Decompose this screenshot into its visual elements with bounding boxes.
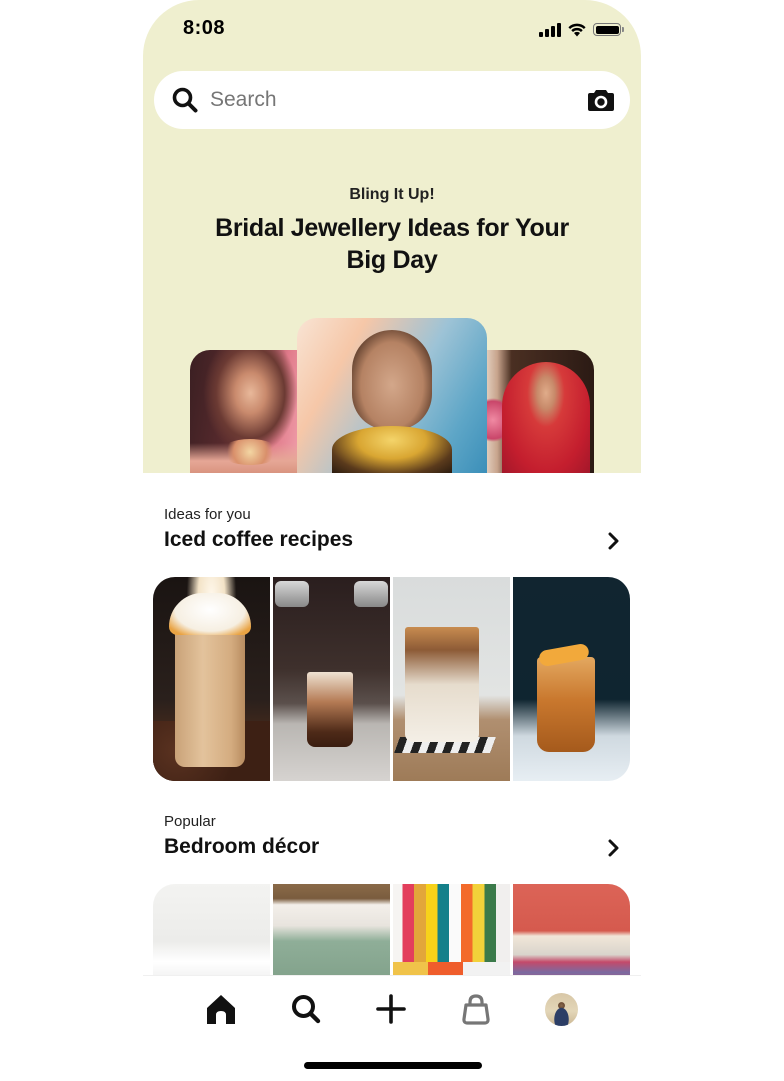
cellular-signal-icon — [539, 22, 561, 37]
hero-carousel[interactable] — [143, 318, 641, 473]
carousel-image-left[interactable] — [190, 350, 300, 473]
search-icon — [292, 995, 321, 1024]
hero-title[interactable]: Bridal Jewellery Ideas for Your Big Day — [203, 212, 581, 276]
carousel-image-right[interactable] — [484, 350, 594, 473]
home-icon — [207, 995, 235, 1024]
search-bar[interactable] — [154, 71, 630, 129]
status-bar: 8:08 — [143, 0, 641, 60]
image-collage[interactable] — [153, 884, 630, 988]
hero-eyebrow: Bling It Up! — [349, 186, 435, 203]
phone-screen: 8:08 Search Bling It Up! Bridal Jeweller… — [143, 0, 641, 1081]
carousel-image-center[interactable] — [297, 318, 487, 473]
tab-search[interactable] — [288, 991, 324, 1027]
section-title[interactable]: Bedroom décor — [164, 835, 319, 859]
section-eyebrow: Ideas for you — [164, 506, 251, 523]
collage-image-4[interactable] — [513, 884, 630, 988]
camera-icon[interactable] — [586, 85, 616, 115]
hero-banner: 8:08 Search Bling It Up! Bridal Jeweller… — [143, 0, 641, 473]
collage-image-2[interactable] — [273, 884, 390, 988]
battery-icon — [593, 23, 624, 36]
collage-image-3[interactable] — [393, 577, 510, 781]
bottom-tab-bar — [143, 975, 641, 1047]
avatar — [544, 992, 578, 1026]
status-icons — [539, 22, 624, 37]
tab-shop[interactable] — [458, 991, 494, 1027]
tab-profile[interactable] — [543, 991, 579, 1027]
collage-image-2[interactable] — [273, 577, 390, 781]
collage-image-3[interactable] — [393, 884, 510, 988]
image-collage[interactable] — [153, 577, 630, 781]
home-indicator — [304, 1062, 482, 1069]
shopping-bag-icon — [462, 994, 490, 1025]
section-title[interactable]: Iced coffee recipes — [164, 528, 353, 552]
search-icon — [170, 85, 200, 115]
plus-icon — [376, 994, 406, 1024]
collage-image-4[interactable] — [513, 577, 630, 781]
tab-home[interactable] — [203, 991, 239, 1027]
section-eyebrow: Popular — [164, 813, 216, 830]
search-input[interactable] — [210, 88, 586, 112]
collage-image-1[interactable] — [153, 577, 270, 781]
collage-image-1[interactable] — [153, 884, 270, 988]
chevron-right-icon[interactable] — [603, 530, 625, 552]
chevron-right-icon[interactable] — [603, 837, 625, 859]
tab-create[interactable] — [373, 991, 409, 1027]
wifi-icon — [568, 23, 586, 37]
status-time: 8:08 — [183, 17, 226, 39]
